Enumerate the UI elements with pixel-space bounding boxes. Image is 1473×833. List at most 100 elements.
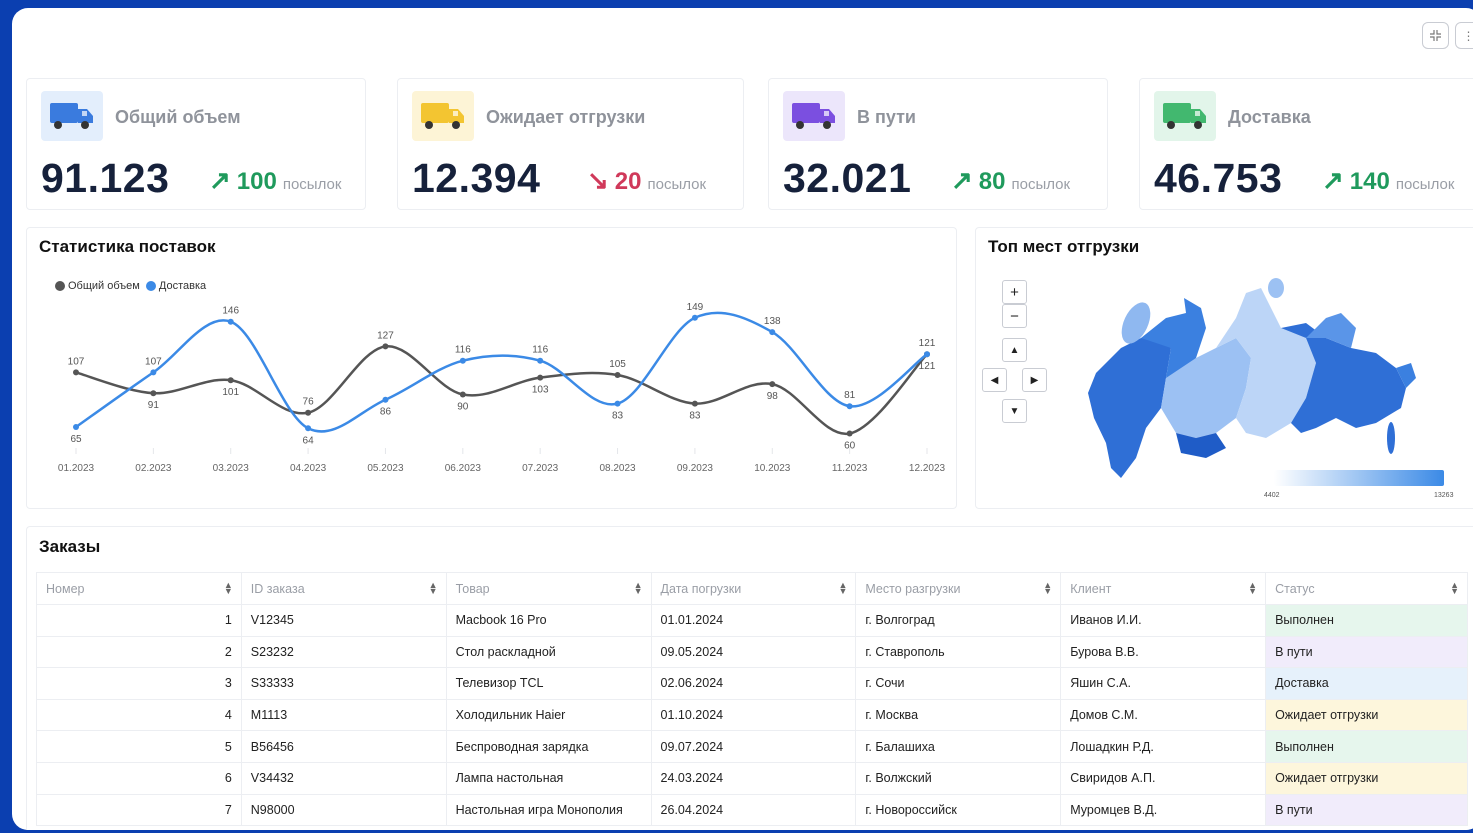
table-header-row: Номер ▲ ▼ ID заказа ▲ ▼ Товар ▲ ▼ Дата погрузки ▲ ▼… — [36, 572, 1468, 605]
order-number-cell: 5 — [36, 730, 242, 763]
data-point — [769, 329, 776, 336]
column-header[interactable]: ID заказа ▲ ▼ — [240, 572, 447, 605]
kpi-card-total: Общий объем 91.123 ↗ 100 посылок — [26, 78, 366, 210]
trend-down-icon: ↘ — [587, 165, 609, 195]
sort-icon[interactable]: ▲ ▼ — [838, 581, 847, 596]
column-header-label: Статус — [1275, 581, 1315, 596]
line-chart: 01.2023 02.2023 03.2023 04.2023 05.2023 06.20… — [58, 302, 946, 474]
x-tick-label: 01.2023 — [58, 463, 95, 474]
data-point — [691, 314, 698, 321]
x-tick-label: 09.2023 — [677, 463, 714, 474]
data-point — [614, 372, 621, 378]
sort-icon[interactable]: ▲ ▼ — [1450, 581, 1459, 596]
data-label: 149 — [687, 302, 704, 313]
more-menu-icon[interactable]: ⋮ — [1455, 22, 1473, 49]
column-header[interactable]: Номер ▲ ▼ — [36, 572, 242, 605]
data-point — [382, 396, 389, 403]
order-number-cell: 2 — [36, 635, 242, 669]
x-tick-label: 04.2023 — [290, 463, 327, 474]
data-point — [227, 377, 234, 384]
data-point — [614, 400, 621, 407]
table-row[interactable]: 1 V12345 Macbook 16 Pro 01.01.2024 г. Волгог… — [36, 604, 1468, 637]
data-point — [73, 424, 79, 430]
date-cell: 01.01.2024 — [650, 604, 857, 637]
table-row[interactable]: 7 N98000 Настольная игра Монополия 26.04.20… — [36, 793, 1468, 827]
client-cell: Муромцев В.Д. — [1060, 793, 1267, 827]
order-id-cell: N98000 — [240, 793, 447, 827]
table-row[interactable]: 4 M1113 Холодильник Haier 01.10.2024 г. Моск… — [36, 698, 1468, 732]
sort-icon[interactable]: ▲ ▼ — [634, 581, 643, 596]
x-tick-label: 07.2023 — [522, 463, 559, 474]
trend-up-icon: ↗ — [209, 165, 231, 195]
data-label: 121 — [919, 338, 936, 349]
sort-icon[interactable]: ▲ ▼ — [224, 581, 233, 596]
column-header[interactable]: Дата погрузки ▲ ▼ — [650, 572, 857, 605]
kpi-delta-value: 20 — [614, 168, 642, 195]
pan-down-button[interactable]: ▼ — [1002, 399, 1027, 423]
data-label: 91 — [148, 400, 160, 411]
map-scale-bar — [1274, 470, 1444, 486]
sort-icon[interactable]: ▲ ▼ — [1043, 581, 1052, 596]
status-cell: В пути — [1265, 793, 1468, 827]
top-toolbar: ⋮ — [1422, 22, 1473, 49]
order-id-cell: S33333 — [240, 667, 447, 700]
kpi-value: 91.123 — [41, 155, 170, 201]
russia-map[interactable] — [1066, 268, 1426, 488]
table-row[interactable]: 5 B56456 Беспроводная зарядка 09.07.2024 г. … — [36, 730, 1468, 763]
column-header[interactable]: Товар ▲ ▼ — [445, 572, 652, 605]
data-label: 60 — [844, 441, 856, 452]
column-header-label: ID заказа — [250, 581, 305, 596]
column-header-label: Клиент — [1070, 581, 1112, 596]
data-point — [382, 343, 389, 350]
map-region-sakhalin — [1387, 422, 1395, 454]
kpi-card-in-transit: В пути 32.021 ↗ 80 посылок — [768, 78, 1108, 210]
table-row[interactable]: 6 V34432 Лампа настольная 24.03.2024 г. Волж… — [36, 761, 1468, 795]
pan-right-button[interactable]: ▶ — [1022, 368, 1047, 392]
table-body: 1 V12345 Macbook 16 Pro 01.01.2024 г. Волгог… — [36, 604, 1468, 827]
column-header[interactable]: Место разгрузки ▲ ▼ — [855, 572, 1062, 605]
sort-icon[interactable]: ▲ ▼ — [429, 581, 438, 596]
column-header-label: Товар — [455, 581, 490, 596]
data-label: 127 — [377, 330, 394, 341]
order-id-cell: V34432 — [240, 761, 447, 795]
orders-title: Заказы — [39, 537, 101, 556]
data-label: 90 — [457, 402, 469, 413]
column-header[interactable]: Статус ▲ ▼ — [1265, 572, 1468, 605]
kpi-delta: ↘ 20 посылок — [587, 167, 706, 196]
kpi-label: Ожидает отгрузки — [486, 107, 646, 127]
truck-icon — [412, 91, 474, 141]
sort-icon[interactable]: ▲ ▼ — [1248, 581, 1257, 596]
orders-table: Номер ▲ ▼ ID заказа ▲ ▼ Товар ▲ ▼ Дата погрузки ▲ ▼… — [36, 572, 1468, 827]
table-row[interactable]: 3 S33333 Телевизор TCL 02.06.2024 г. Сочи Яши… — [36, 667, 1468, 700]
data-label: 103 — [532, 385, 549, 396]
kpi-delta: ↗ 140 посылок — [1322, 167, 1454, 196]
data-point — [846, 430, 853, 437]
status-cell: В пути — [1265, 635, 1468, 669]
x-tick-label: 02.2023 — [135, 463, 172, 474]
pan-left-button[interactable]: ◀ — [982, 368, 1007, 392]
table-row[interactable]: 2 S23232 Стол раскладной 09.05.2024 г. Ставр… — [36, 635, 1468, 669]
map-scale-min: 4402 — [1264, 492, 1280, 499]
column-header[interactable]: Клиент ▲ ▼ — [1060, 572, 1267, 605]
zoom-in-button[interactable]: + — [1002, 280, 1027, 304]
map-title: Топ мест отгрузки — [988, 237, 1140, 256]
data-label: 107 — [68, 356, 85, 367]
collapse-icon[interactable] — [1422, 22, 1449, 49]
order-number-cell: 1 — [36, 604, 242, 637]
product-cell: Macbook 16 Pro — [445, 604, 652, 637]
order-id-cell: V12345 — [240, 604, 447, 637]
product-cell: Беспроводная зарядка — [445, 730, 652, 763]
client-cell: Бурова В.В. — [1060, 635, 1267, 669]
place-cell: г. Сочи — [855, 667, 1062, 700]
data-point — [769, 381, 776, 388]
data-point — [305, 409, 312, 416]
zoom-out-button[interactable]: − — [1002, 304, 1027, 328]
x-tick-label: 10.2023 — [754, 463, 791, 474]
order-id-cell: M1113 — [240, 698, 447, 732]
status-cell: Выполнен — [1265, 604, 1468, 637]
map-region-severnaya-zemlya — [1268, 278, 1284, 298]
map-scale-max: 13263 — [1434, 492, 1454, 499]
client-cell: Свиридов А.П. — [1060, 761, 1267, 795]
date-cell: 02.06.2024 — [650, 667, 857, 700]
pan-up-button[interactable]: ▲ — [1002, 338, 1027, 362]
